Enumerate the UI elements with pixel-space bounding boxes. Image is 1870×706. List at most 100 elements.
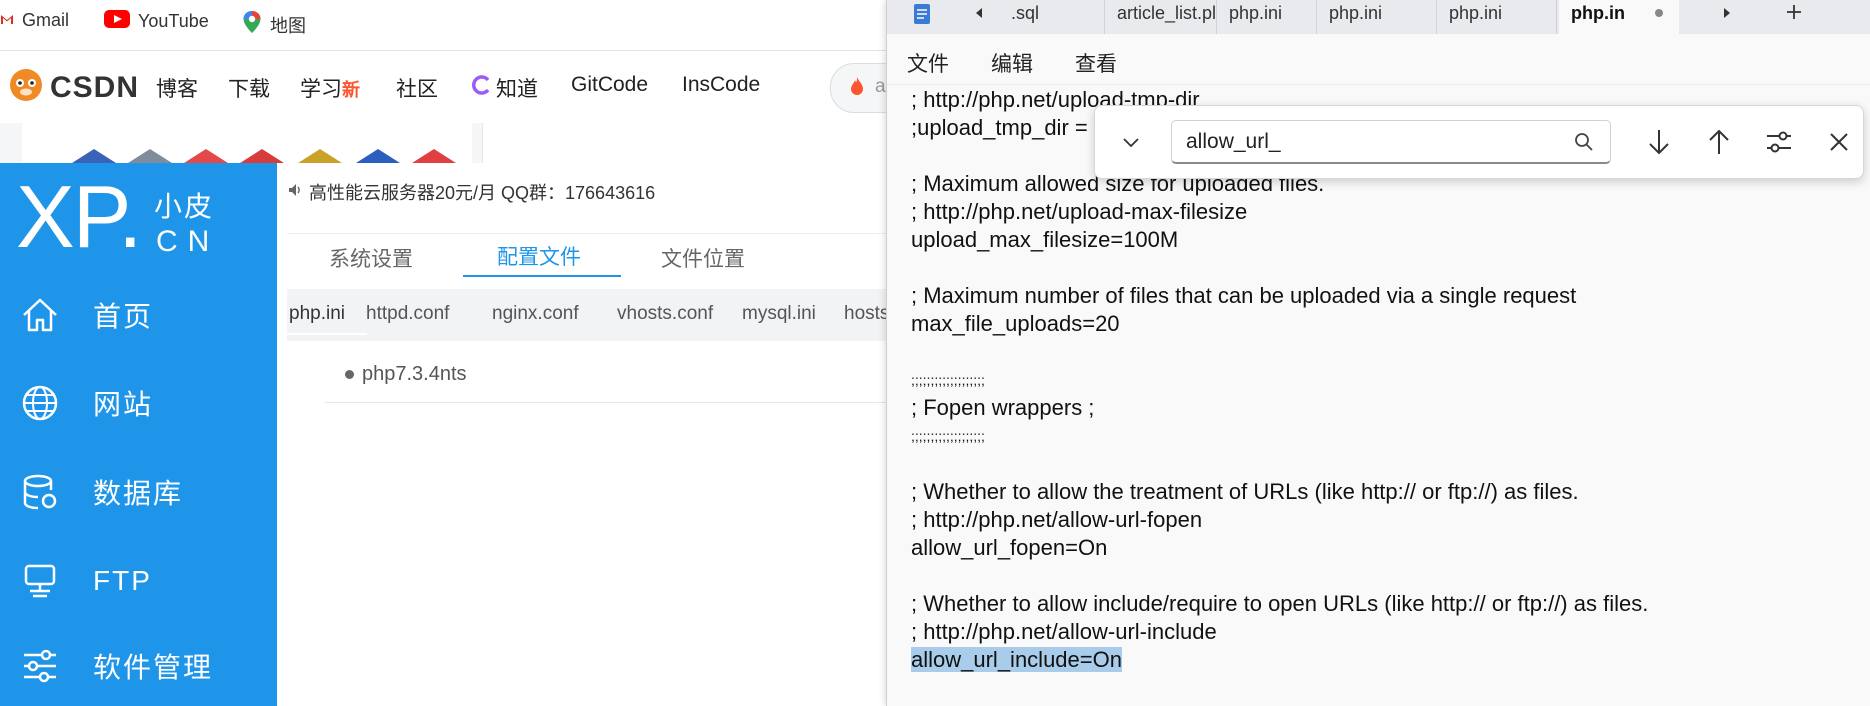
active-subtab-indicator (287, 333, 367, 335)
xp-menu-ftp[interactable]: FTP (0, 551, 277, 611)
csdn-nav-inscode[interactable]: InsCode (682, 73, 760, 97)
xp-menu-home[interactable]: 首页 (0, 285, 277, 345)
text-line (911, 562, 1851, 590)
file-tab-hosts[interactable]: hosts (844, 303, 889, 325)
text-line: upload_max_filesize=100M (911, 227, 1179, 252)
tab-system-settings[interactable]: 系统设置 (329, 243, 413, 273)
file-tab-vhosts-conf[interactable]: vhosts.conf (617, 303, 713, 325)
xp-menu-label: 数据库 (93, 478, 184, 509)
text-line: max_file_uploads=20 (911, 311, 1120, 336)
strip-panel (482, 123, 891, 163)
scroll-tabs-left-icon[interactable] (971, 5, 987, 26)
sliders-icon (20, 646, 60, 686)
database-icon (20, 472, 60, 512)
notepad-tab[interactable]: php.ini (1317, 0, 1437, 34)
xp-menu-database[interactable]: 数据库 (0, 462, 277, 522)
text-line (911, 450, 1851, 478)
notepad-tab[interactable]: php.ini (1437, 0, 1557, 34)
expand-replace-chevron-icon[interactable] (1119, 130, 1143, 159)
youtube-icon (104, 10, 130, 33)
tab-file-location[interactable]: 文件位置 (661, 243, 745, 273)
csdn-nav-learn[interactable]: 学习新 (300, 73, 360, 103)
notepad-tab-active[interactable]: php.in (1559, 0, 1679, 34)
icon-strip (22, 123, 472, 163)
csdn-nav-zhidao[interactable]: 知道 (472, 73, 538, 103)
text-line: ; Maximum number of files that can be up… (911, 283, 1577, 308)
text-line: ; http://php.net/allow-url-include (911, 619, 1217, 644)
search-icon[interactable] (1573, 131, 1595, 158)
text-line-selected: allow_url_include=On (911, 646, 1851, 674)
close-find-icon[interactable] (1823, 126, 1855, 158)
xp-menu-label: 首页 (93, 301, 154, 332)
csdn-mascot-icon (8, 67, 44, 108)
php-version-label: php7.3.4nts (362, 363, 467, 385)
globe-icon (20, 383, 60, 423)
file-tab-php-ini[interactable]: php.ini (289, 303, 345, 325)
csdn-nav-gitcode[interactable]: GitCode (571, 73, 648, 97)
xp-menu-software[interactable]: 软件管理 (0, 636, 277, 696)
tab-config-files[interactable]: 配置文件 (497, 241, 581, 271)
file-tab-mysql-ini[interactable]: mysql.ini (742, 303, 816, 325)
new-tab-plus-icon[interactable] (1785, 3, 1803, 26)
xp-menu-website[interactable]: 网站 (0, 373, 277, 433)
php-version-item[interactable]: php7.3.4nts (345, 363, 467, 386)
server-icon (20, 561, 60, 601)
bookmarks-bar: Gmail YouTube 地图 (0, 0, 890, 51)
csdn-nav-blog[interactable]: 博客 (156, 73, 198, 103)
xp-main-panel: 高性能云服务器20元/月 QQ群：176643616 系统设置 配置文件 文件位… (277, 163, 890, 706)
file-tab-httpd-conf[interactable]: httpd.conf (366, 303, 449, 325)
unsaved-dot-icon (1655, 9, 1663, 17)
new-badge: 新 (342, 80, 360, 100)
csdn-nav-download[interactable]: 下载 (228, 73, 270, 103)
xp-sidebar: XP. 小皮 CN 首页 网站 数据库 FTP 软件管理 (0, 163, 277, 706)
text-line: ;;;;;;;;;;;;;;;;;;; (911, 372, 985, 388)
gmail-icon (0, 10, 14, 31)
bookmark-youtube[interactable]: YouTube (104, 10, 209, 33)
notepad-tab[interactable]: php.ini (1217, 0, 1317, 34)
bookmark-maps[interactable]: 地图 (242, 10, 306, 39)
menu-file[interactable]: 文件 (907, 48, 949, 78)
bookmark-label: 地图 (270, 15, 306, 36)
find-next-arrow-down-icon[interactable] (1643, 126, 1675, 158)
fire-icon (849, 76, 865, 101)
active-tab-label: php.in (1571, 3, 1625, 23)
notepad-menubar: 文件 编辑 查看 (887, 34, 1870, 85)
text-line: ; Whether to allow the treatment of URLs… (911, 479, 1579, 504)
xp-logo-cn-top: 小皮 (154, 191, 215, 222)
csdn-nav-community[interactable]: 社区 (396, 73, 438, 103)
find-options-sliders-icon[interactable] (1763, 126, 1795, 158)
xp-logo-big: XP. (16, 167, 142, 266)
selected-text: allow_url_include=On (911, 647, 1122, 672)
maps-pin-icon (242, 10, 262, 39)
announcement-bar: 高性能云服务器20元/月 QQ群：176643616 (287, 179, 655, 205)
find-bar (1094, 105, 1864, 179)
config-file-tabs: php.ini httpd.conf nginx.conf vhosts.con… (287, 289, 890, 341)
text-line: allow_url_fopen=On (911, 535, 1108, 560)
csdn-search-text: a (875, 76, 886, 97)
bookmark-label: YouTube (138, 11, 209, 31)
text-line (911, 254, 1851, 282)
bullet-dot (345, 370, 354, 379)
text-line: ; Fopen wrappers ; (911, 395, 1095, 420)
announcement-text: 高性能云服务器20元/月 QQ群：176643616 (309, 183, 656, 203)
zhidao-c-icon (472, 75, 492, 101)
text-line: ; Whether to allow include/require to op… (911, 591, 1649, 616)
menu-edit[interactable]: 编辑 (991, 48, 1033, 78)
xp-menu-label: 软件管理 (93, 652, 214, 683)
text-line (911, 338, 1851, 366)
csdn-header: CSDN 博客 下载 学习新 社区 知道 GitCode InsCode a (0, 51, 912, 124)
xp-logo-cn-bottom: CN (156, 225, 220, 258)
bookmark-gmail[interactable]: Gmail (0, 10, 69, 31)
csdn-logo-text: CSDN (50, 70, 140, 104)
xp-menu-label: FTP (93, 565, 152, 596)
notepad-tab[interactable]: .sql (999, 0, 1105, 34)
find-previous-arrow-up-icon[interactable] (1703, 126, 1735, 158)
menu-view[interactable]: 查看 (1075, 48, 1117, 78)
file-tab-nginx-conf[interactable]: nginx.conf (492, 303, 579, 325)
find-input[interactable] (1171, 120, 1611, 164)
notepad-tab[interactable]: article_list.pl (1105, 0, 1217, 34)
scroll-tabs-right-icon[interactable] (1719, 5, 1735, 26)
notepad-app-icon (911, 2, 933, 31)
csdn-logo[interactable]: CSDN (8, 67, 139, 108)
bookmark-label: Gmail (22, 10, 70, 30)
